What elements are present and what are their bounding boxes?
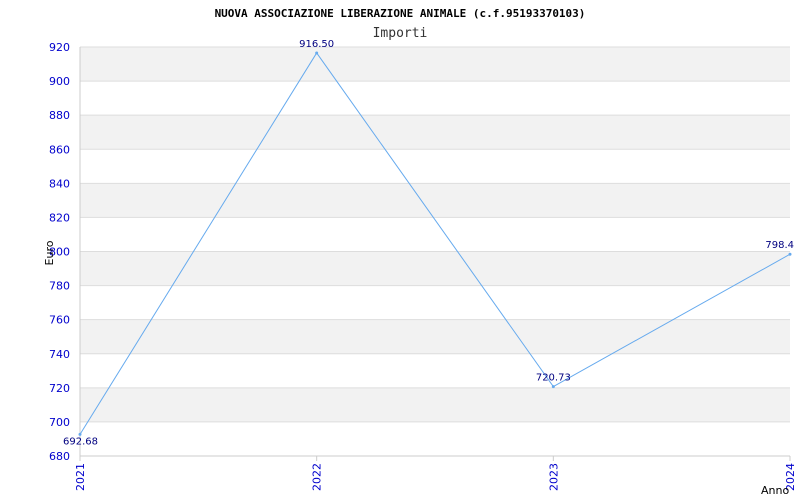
grid-band — [80, 251, 790, 286]
x-tick-label: 2022 — [311, 463, 324, 491]
line-chart: 680700720740760780800820840860880900920 … — [43, 7, 797, 497]
series-line-path — [79, 52, 791, 435]
data-label: 916.50 — [299, 39, 334, 50]
y-tick-label: 700 — [49, 416, 70, 429]
y-tick-label: 820 — [49, 211, 70, 224]
grid-band — [80, 319, 790, 354]
x-axis-label: Anno — [761, 484, 789, 497]
y-tick-label: 880 — [49, 109, 70, 122]
x-tick-label: 2023 — [547, 463, 560, 491]
grid-bands — [80, 47, 790, 422]
data-labels: 692.68 916.50 720.73 798.4 — [63, 39, 794, 447]
chart-title: NUOVA ASSOCIAZIONE LIBERAZIONE ANIMALE (… — [215, 7, 586, 20]
series-line — [79, 52, 791, 435]
grid-band — [80, 115, 790, 150]
data-points — [78, 51, 792, 436]
data-label: 720.73 — [536, 373, 571, 384]
y-tick-label: 860 — [49, 143, 70, 156]
y-tick-label: 900 — [49, 75, 70, 88]
y-tick-label: 920 — [49, 41, 70, 54]
data-label: 798.4 — [765, 240, 794, 251]
y-tick-label: 680 — [49, 450, 70, 463]
y-tick-label: 720 — [49, 382, 70, 395]
y-tick-label: 760 — [49, 314, 70, 327]
y-tick-label: 740 — [49, 348, 70, 361]
grid-band — [80, 183, 790, 218]
y-tick-label: 780 — [49, 280, 70, 293]
data-label: 692.68 — [63, 436, 98, 447]
data-point — [788, 252, 792, 256]
data-point — [315, 51, 319, 55]
y-axis-label: Euro — [43, 240, 56, 265]
chart-subtitle: Importi — [373, 26, 428, 41]
data-point — [551, 385, 555, 389]
y-tick-label: 840 — [49, 177, 70, 190]
x-tick-label: 2021 — [74, 463, 87, 491]
grid-band — [80, 47, 790, 82]
grid-band — [80, 387, 790, 422]
x-tick-labels: 2021 2022 2023 2024 — [74, 463, 797, 491]
